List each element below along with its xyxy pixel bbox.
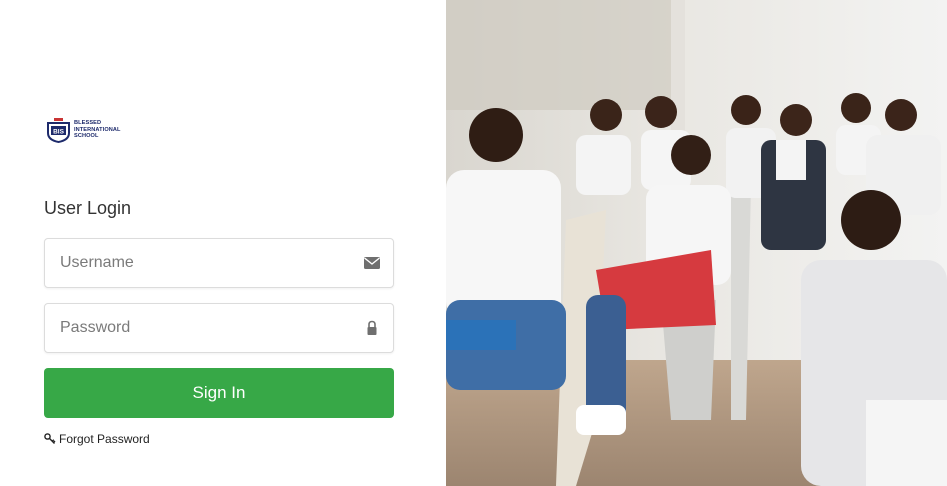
username-field[interactable]: [44, 238, 394, 288]
forgot-password-label: Forgot Password: [59, 432, 150, 446]
login-title: User Login: [44, 198, 132, 218]
lock-icon: [363, 320, 381, 336]
password-input[interactable]: [45, 304, 345, 352]
school-name: BLESSED INTERNATIONAL SCHOOL: [74, 120, 121, 140]
password-field[interactable]: [44, 303, 394, 353]
logo-initials: BIS: [53, 128, 65, 135]
login-panel: BIS BLESSED INTERNATIONAL SCHOOL User Lo…: [0, 0, 446, 486]
key-icon: [44, 433, 56, 445]
school-crest-icon: BIS: [45, 117, 72, 144]
sign-in-button[interactable]: Sign In: [44, 368, 394, 418]
logo-line: SCHOOL: [74, 133, 99, 140]
username-input[interactable]: [45, 239, 345, 287]
logo-line: BLESSED: [74, 120, 102, 127]
envelope-icon: [363, 255, 381, 271]
forgot-password-link[interactable]: Forgot Password: [44, 432, 150, 446]
logo-line: INTERNATIONAL: [74, 126, 121, 133]
classroom-photo: [446, 0, 947, 486]
students-in-classroom-photo: [446, 0, 947, 486]
school-logo: BIS BLESSED INTERNATIONAL SCHOOL: [45, 114, 121, 146]
